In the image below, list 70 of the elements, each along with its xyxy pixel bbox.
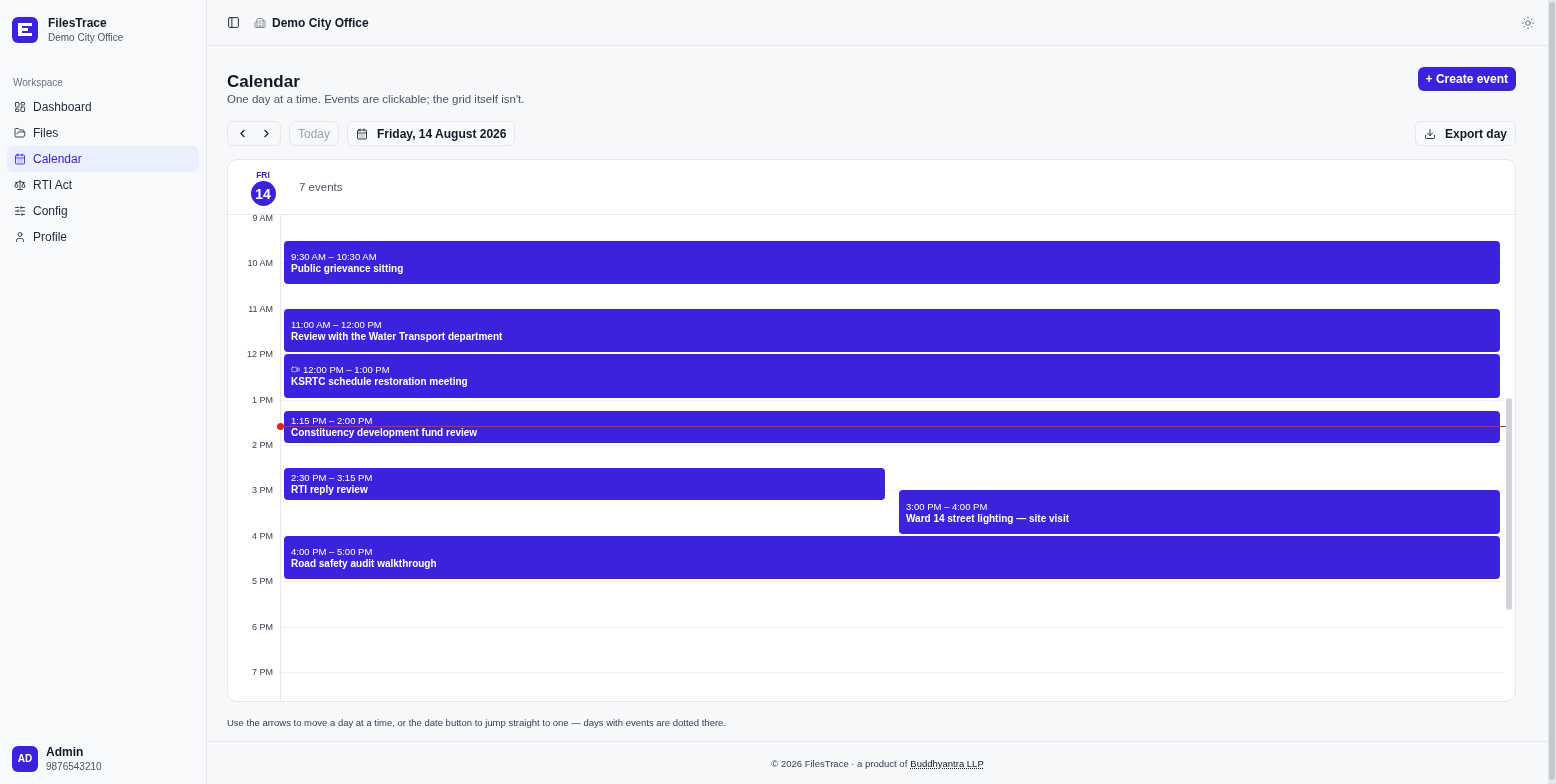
sidebar-item[interactable]: Calendar [7, 146, 199, 172]
date-picker-button[interactable]: Friday, 14 August 2026 [347, 121, 516, 146]
company-link[interactable]: Buddhyantra LLP [910, 757, 984, 769]
sidebar-item[interactable]: Profile [7, 224, 199, 250]
event-count: 7 events [299, 181, 343, 193]
sidebar-item[interactable]: Config [7, 198, 199, 224]
office-name: Demo City Office [272, 15, 369, 30]
theme-toggle-icon[interactable] [1521, 15, 1535, 30]
building-icon [254, 16, 266, 29]
hour-label: 3 PM [252, 485, 273, 496]
event-title: Public grievance sitting [291, 262, 405, 274]
event-block[interactable]: 11:00 AM – 12:00 PM Review with the Water Transport department [284, 308, 1500, 353]
sidebar-toggle-icon[interactable] [227, 16, 240, 29]
hour-label: 11 AM [248, 303, 273, 314]
download-icon [1424, 127, 1436, 140]
user-avatar: AD [12, 745, 38, 772]
help-text: Use the arrows to move a day at a time, or the date button to jump straight to one — days with events are dotted there. [227, 717, 728, 728]
weekday-label: FRI [256, 170, 270, 180]
hour-label: 2 PM [252, 440, 273, 450]
calendar-icon [14, 153, 26, 165]
sidebar-item[interactable]: RTI Act [7, 172, 199, 198]
hour-label: 10 AM [247, 258, 273, 269]
sliders-icon [14, 205, 26, 217]
event-title: Ward 14 street lighting — site visit [906, 512, 1070, 524]
app-logo-icon [12, 16, 38, 43]
event-title: Road safety audit walkthrough [291, 558, 438, 569]
hour-label: 6 PM [252, 621, 273, 632]
hour-label: 7 PM [252, 667, 273, 677]
date-badge: 14 [250, 181, 276, 206]
export-day-button[interactable]: Export day [1415, 121, 1516, 146]
folder-icon [14, 127, 26, 139]
event-time: 9:30 AM – 10:30 AM [291, 250, 377, 262]
copyright-text: © 2026 FilesTrace · a product of [771, 757, 908, 769]
event-block[interactable]: 2:30 PM – 3:15 PM RTI reply review [284, 467, 885, 500]
section-label: Workspace [13, 77, 64, 88]
page-scrollbar-thumb[interactable] [1549, 2, 1555, 780]
hour-label: 9 AM [252, 215, 273, 223]
event-title: RTI reply review [291, 484, 369, 496]
event-time: 2:30 PM – 3:15 PM [291, 472, 373, 484]
sidebar-item[interactable]: Dashboard [7, 94, 199, 120]
hour-label: 4 PM [252, 530, 273, 541]
event-time: 4:00 PM – 5:00 PM [291, 546, 373, 557]
event-block[interactable]: 12:00 PM – 1:00 PM KSRTC schedule restoration meeting [284, 354, 1500, 398]
hour-label: 5 PM [252, 576, 273, 587]
hour-label: 1 PM [252, 394, 273, 405]
sidebar-item[interactable]: Files [7, 120, 199, 146]
event-title: Review with the Water Transport department [291, 331, 504, 342]
create-event-button[interactable]: + Create event [1417, 67, 1516, 91]
user-phone: 9876543210 [46, 761, 102, 772]
person-icon [14, 231, 26, 243]
page-title: Calendar [227, 72, 301, 92]
event-time: 11:00 AM – 12:00 PM [291, 319, 382, 330]
event-time: 12:00 PM – 1:00 PM [303, 364, 390, 376]
hour-label: 12 PM [247, 349, 273, 360]
user-name: Admin [46, 745, 85, 759]
event-title: Constituency development fund review [291, 427, 479, 439]
page-subtitle: One day at a time. Events are clickable; the grid itself isn't. [227, 93, 525, 105]
scales-icon [14, 179, 26, 191]
event-block[interactable]: 4:00 PM – 5:00 PM Road safety audit walkthrough [284, 535, 1500, 580]
event-time: 1:15 PM – 2:00 PM [291, 415, 373, 427]
event-title: KSRTC schedule restoration meeting [291, 376, 469, 388]
dashboard-icon [14, 101, 26, 113]
org-name: Demo City Office [48, 32, 124, 43]
app-name: FilesTrace [48, 16, 108, 30]
event-time: 3:00 PM – 4:00 PM [906, 500, 988, 512]
event-block[interactable]: 1:15 PM – 2:00 PM Constituency development fund review [284, 410, 1500, 443]
event-block[interactable]: 3:00 PM – 4:00 PM Ward 14 street lighting — site visit [899, 490, 1500, 534]
calendar-icon [356, 127, 369, 140]
event-block[interactable]: 9:30 AM – 10:30 AM Public grievance sitting [284, 240, 1500, 285]
scrollbar-thumb[interactable] [1506, 398, 1512, 610]
